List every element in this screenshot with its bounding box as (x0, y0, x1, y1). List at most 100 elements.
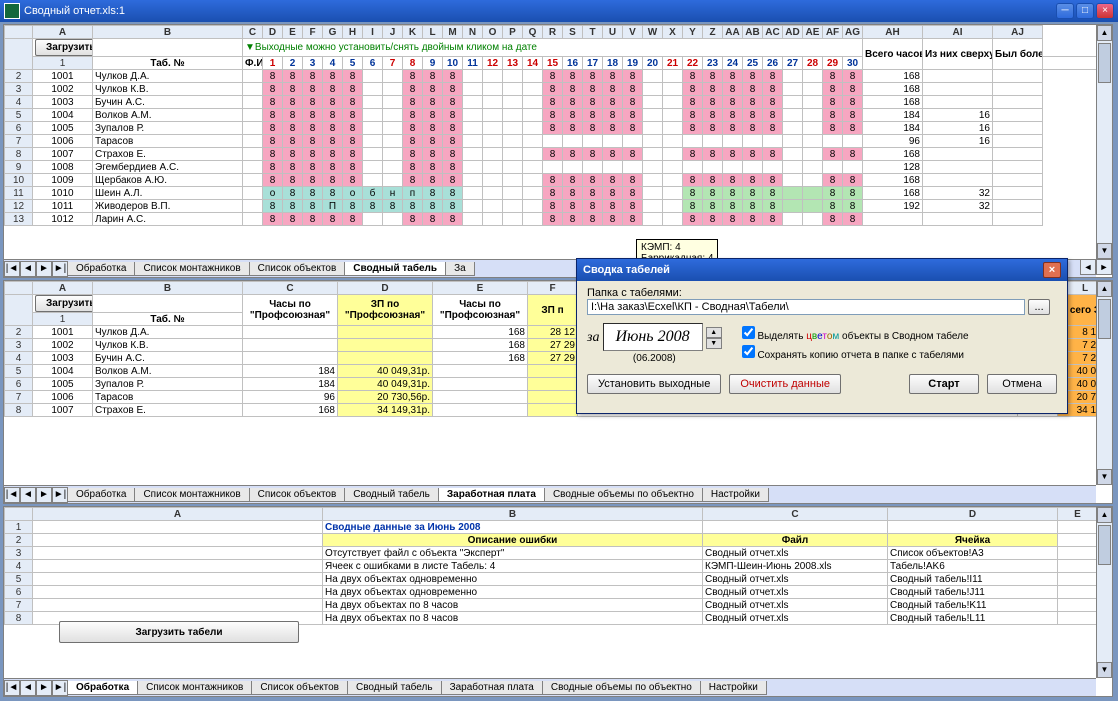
tab-Сводный табель[interactable]: Сводный табель (344, 262, 446, 276)
cell[interactable] (383, 135, 403, 148)
day-4[interactable]: 4 (323, 57, 343, 70)
cell[interactable]: 8 (823, 148, 843, 161)
cell[interactable]: 8 (303, 148, 323, 161)
day-13[interactable]: 13 (503, 57, 523, 70)
cell[interactable] (563, 161, 583, 174)
tab-Сводный табель[interactable]: Сводный табель (344, 488, 439, 502)
browse-button[interactable]: ... (1028, 299, 1050, 315)
cell[interactable]: 8 (423, 161, 443, 174)
cell[interactable] (363, 213, 383, 226)
cell[interactable]: н (383, 187, 403, 200)
fio[interactable]: Шеин А.Л. (93, 187, 243, 200)
cell[interactable] (803, 135, 823, 148)
cell[interactable] (503, 70, 523, 83)
cell[interactable]: 8 (443, 161, 463, 174)
hours[interactable]: 184 (863, 109, 923, 122)
fio[interactable]: Ларин А.С. (93, 213, 243, 226)
cell[interactable] (363, 148, 383, 161)
cell[interactable]: 8 (683, 174, 703, 187)
cell[interactable] (523, 161, 543, 174)
cell[interactable]: 8 (563, 200, 583, 213)
cell[interactable] (823, 135, 843, 148)
day-19[interactable]: 19 (623, 57, 643, 70)
cell[interactable] (843, 161, 863, 174)
tabno[interactable]: 1004 (33, 109, 93, 122)
day-11[interactable]: 11 (463, 57, 483, 70)
cell[interactable] (523, 96, 543, 109)
cell[interactable] (483, 174, 503, 187)
scroll-right[interactable]: ► (1096, 259, 1112, 275)
cell[interactable] (803, 96, 823, 109)
day-25[interactable]: 25 (743, 57, 763, 70)
cell[interactable]: 8 (683, 200, 703, 213)
cell[interactable] (563, 135, 583, 148)
cell[interactable] (483, 161, 503, 174)
cell[interactable] (243, 70, 263, 83)
tab-Список объектов[interactable]: Список объектов (251, 681, 348, 695)
cell[interactable]: 8 (623, 83, 643, 96)
cell[interactable]: 8 (703, 109, 723, 122)
day-28[interactable]: 28 (803, 57, 823, 70)
day-22[interactable]: 22 (683, 57, 703, 70)
cell[interactable]: 8 (583, 200, 603, 213)
cell[interactable] (643, 187, 663, 200)
cell[interactable] (663, 83, 683, 96)
cell[interactable]: 8 (403, 148, 423, 161)
cell[interactable] (663, 109, 683, 122)
cell[interactable]: 8 (703, 213, 723, 226)
hours[interactable]: 168 (863, 70, 923, 83)
cell[interactable] (383, 83, 403, 96)
cell[interactable] (483, 83, 503, 96)
cell[interactable] (783, 70, 803, 83)
cell[interactable]: 8 (323, 70, 343, 83)
cell[interactable]: 8 (763, 109, 783, 122)
load-button-3[interactable]: Загрузить табели (59, 621, 299, 643)
cell[interactable] (623, 135, 643, 148)
cell[interactable]: 8 (623, 70, 643, 83)
cell[interactable]: 8 (623, 148, 643, 161)
tab-Заработная плата[interactable]: Заработная плата (438, 488, 545, 502)
cell[interactable]: 8 (723, 200, 743, 213)
cell[interactable]: 8 (343, 70, 363, 83)
cell[interactable] (463, 174, 483, 187)
cell[interactable]: 8 (603, 70, 623, 83)
tab-Список объектов[interactable]: Список объектов (249, 262, 346, 276)
cell[interactable]: 8 (263, 109, 283, 122)
cell[interactable] (523, 200, 543, 213)
cell[interactable]: 8 (723, 148, 743, 161)
cell[interactable]: 8 (743, 174, 763, 187)
tabno[interactable]: 1010 (33, 187, 93, 200)
cell[interactable]: 8 (623, 213, 643, 226)
cell[interactable]: 8 (423, 83, 443, 96)
cell[interactable]: 8 (303, 200, 323, 213)
btn-start[interactable]: Старт (909, 374, 979, 394)
cell[interactable] (783, 148, 803, 161)
tabno[interactable]: 1007 (33, 148, 93, 161)
cell[interactable]: 8 (283, 200, 303, 213)
cell[interactable]: 8 (323, 96, 343, 109)
cell[interactable] (503, 96, 523, 109)
tab-Обработка[interactable]: Обработка (67, 488, 135, 502)
cell[interactable]: 8 (323, 213, 343, 226)
cell[interactable] (523, 70, 543, 83)
cell[interactable] (483, 70, 503, 83)
cell[interactable] (483, 187, 503, 200)
tab-Список монтажников[interactable]: Список монтажников (134, 488, 249, 502)
cell[interactable]: 8 (443, 96, 463, 109)
cell[interactable]: 8 (263, 213, 283, 226)
cell[interactable]: 8 (743, 187, 763, 200)
day-26[interactable]: 26 (763, 57, 783, 70)
cell[interactable] (663, 200, 683, 213)
cell[interactable] (783, 200, 803, 213)
cell[interactable]: 8 (323, 187, 343, 200)
btn-clear[interactable]: Очистить данные (729, 374, 841, 394)
cell[interactable] (803, 213, 823, 226)
cell[interactable] (503, 161, 523, 174)
cell[interactable] (243, 187, 263, 200)
cell[interactable]: 8 (723, 70, 743, 83)
cell[interactable]: 8 (563, 213, 583, 226)
day-12[interactable]: 12 (483, 57, 503, 70)
cell[interactable] (243, 200, 263, 213)
cell[interactable]: 8 (283, 109, 303, 122)
cell[interactable] (523, 122, 543, 135)
